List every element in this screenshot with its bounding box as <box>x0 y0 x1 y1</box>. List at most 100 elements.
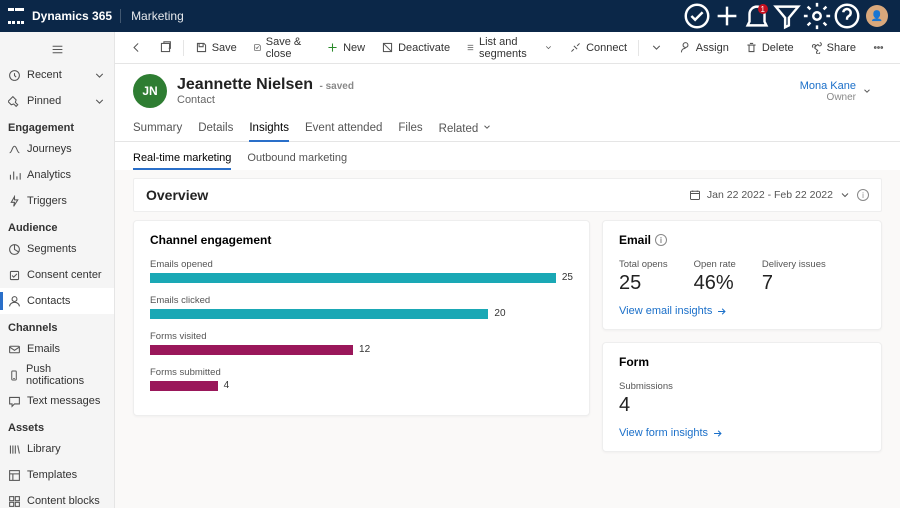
bar <box>150 345 353 355</box>
overview-title: Overview <box>146 187 208 203</box>
tab-event-attended[interactable]: Event attended <box>305 116 382 141</box>
stat-label: Open rate <box>694 259 736 270</box>
view-form-insights-link[interactable]: View form insights <box>619 427 865 439</box>
new-button[interactable]: New <box>319 36 372 60</box>
sidebar-item-emails[interactable]: Emails <box>0 336 114 362</box>
tab-summary[interactable]: Summary <box>133 116 182 141</box>
settings-icon[interactable] <box>802 0 832 32</box>
owner-role: Owner <box>800 92 856 103</box>
stat-value: 25 <box>619 272 668 295</box>
channel-engagement-title: Channel engagement <box>150 233 573 247</box>
bar-value: 25 <box>562 272 573 283</box>
subtab-outbound[interactable]: Outbound marketing <box>247 148 347 170</box>
bar-label: Emails clicked <box>150 295 573 306</box>
sidebar-item-segments[interactable]: Segments <box>0 236 114 262</box>
deactivate-button[interactable]: Deactivate <box>374 36 457 60</box>
owner-field[interactable]: Mona Kane Owner <box>800 80 882 103</box>
calendar-icon <box>689 189 701 201</box>
sidebar-item-triggers[interactable]: Triggers <box>0 188 114 214</box>
stat-value: 46% <box>694 272 736 295</box>
bar-label: Forms submitted <box>150 367 573 378</box>
record-entity: Contact <box>177 94 354 106</box>
app-launcher-icon[interactable] <box>8 8 24 24</box>
open-new-window-button[interactable] <box>152 36 179 60</box>
info-icon[interactable]: i <box>655 234 667 246</box>
bar-row: 20 <box>150 308 573 319</box>
sidebar-pinned[interactable]: Pinned <box>0 88 114 114</box>
bar <box>150 381 218 391</box>
view-email-insights-link[interactable]: View email insights <box>619 305 865 317</box>
email-card: Email i Total opens25Open rate46%Deliver… <box>602 220 882 330</box>
tab-related[interactable]: Related <box>439 116 492 141</box>
stat-label: Submissions <box>619 381 673 392</box>
assist-icon[interactable] <box>682 0 712 32</box>
sidebar-item-templates[interactable]: Templates <box>0 462 114 488</box>
delete-button[interactable]: Delete <box>738 36 801 60</box>
brand-label: Dynamics 365 <box>32 9 112 23</box>
insights-subtabs: Real-time marketing Outbound marketing <box>115 142 900 170</box>
overview-header: Overview Jan 22 2022 - Feb 22 2022 i <box>133 178 882 212</box>
sidebar-item-content-blocks[interactable]: Content blocks <box>0 488 114 508</box>
subtab-real-time[interactable]: Real-time marketing <box>133 148 231 170</box>
tab-details[interactable]: Details <box>198 116 233 141</box>
form-card-title: Form <box>619 355 865 369</box>
stat: Delivery issues 7 <box>762 259 826 295</box>
save-button[interactable]: Save <box>188 36 244 60</box>
sidebar-item-analytics[interactable]: Analytics <box>0 162 114 188</box>
notification-badge: 1 <box>758 4 768 14</box>
sidebar-recent-label: Recent <box>27 69 62 81</box>
save-status: - saved <box>320 81 354 92</box>
sidebar-item-push[interactable]: Push notifications <box>0 362 114 388</box>
notifications-icon[interactable]: 1 <box>742 0 772 32</box>
arrow-right-icon <box>712 428 723 439</box>
global-topbar: Dynamics 365 Marketing 1 👤 <box>0 0 900 32</box>
sidebar-section-audience: Audience <box>0 214 114 236</box>
connect-dropdown[interactable] <box>643 36 670 60</box>
back-button[interactable] <box>123 36 150 60</box>
record-name: Jeannette Nielsen <box>177 76 313 93</box>
date-range-picker[interactable]: Jan 22 2022 - Feb 22 2022 i <box>689 189 869 201</box>
sidebar-section-engagement: Engagement <box>0 114 114 136</box>
stat-label: Delivery issues <box>762 259 826 270</box>
contact-avatar: JN <box>133 74 167 108</box>
sidebar-item-library[interactable]: Library <box>0 436 114 462</box>
assign-button[interactable]: Assign <box>672 36 736 60</box>
sidebar: Recent Pinned Engagement Journeys Analyt… <box>0 32 115 508</box>
email-card-title: Email <box>619 233 651 247</box>
user-avatar[interactable]: 👤 <box>862 0 892 32</box>
sidebar-section-assets: Assets <box>0 414 114 436</box>
command-bar: Save Save & close New Deactivate List an… <box>115 32 900 64</box>
connect-button[interactable]: Connect <box>562 36 634 60</box>
sidebar-pinned-label: Pinned <box>27 95 61 107</box>
bar-row: 12 <box>150 344 573 355</box>
list-segments-button[interactable]: List and segments <box>459 36 560 60</box>
filter-icon[interactable] <box>772 0 802 32</box>
channel-engagement-card: Channel engagement Emails opened 25 Emai… <box>133 220 590 416</box>
bar <box>150 309 488 319</box>
share-button[interactable]: Share <box>803 36 863 60</box>
tab-insights[interactable]: Insights <box>249 116 289 142</box>
overflow-button[interactable] <box>865 36 892 60</box>
sidebar-item-journeys[interactable]: Journeys <box>0 136 114 162</box>
form-card: Form Submissions 4 View form insights <box>602 342 882 452</box>
bar-value: 4 <box>224 380 230 391</box>
save-close-button[interactable]: Save & close <box>246 36 317 60</box>
help-icon[interactable] <box>832 0 862 32</box>
sidebar-item-text[interactable]: Text messages <box>0 388 114 414</box>
info-icon[interactable]: i <box>857 189 869 201</box>
arrow-right-icon <box>716 306 727 317</box>
stat: Submissions 4 <box>619 381 673 417</box>
stat-value: 7 <box>762 272 826 295</box>
main: Save Save & close New Deactivate List an… <box>115 32 900 508</box>
bar <box>150 273 556 283</box>
stat-value: 4 <box>619 394 673 417</box>
sidebar-collapse-button[interactable] <box>0 36 114 62</box>
sidebar-item-consent-center[interactable]: Consent center <box>0 262 114 288</box>
add-icon[interactable] <box>712 0 742 32</box>
bar-label: Forms visited <box>150 331 573 342</box>
bar-label: Emails opened <box>150 259 573 270</box>
tab-files[interactable]: Files <box>398 116 422 141</box>
owner-name: Mona Kane <box>800 80 856 92</box>
sidebar-item-contacts[interactable]: Contacts <box>0 288 114 314</box>
sidebar-recent[interactable]: Recent <box>0 62 114 88</box>
